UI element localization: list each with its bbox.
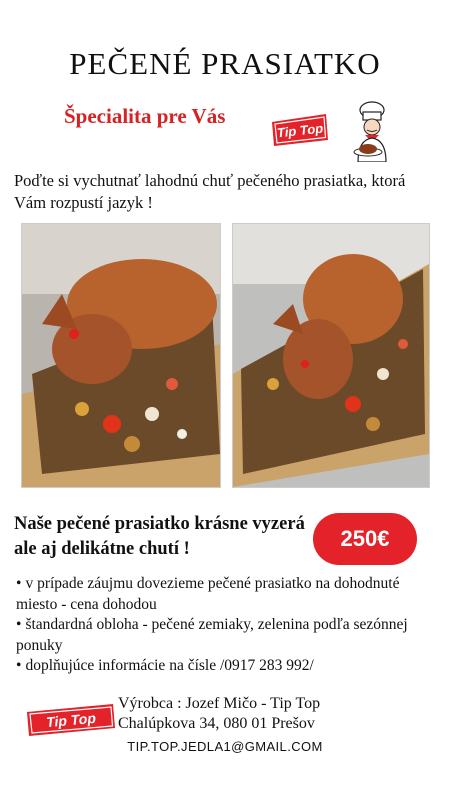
page-title: PEČENÉ PRASIATKO [69, 46, 381, 81]
producer-info: Výrobca : Jozef Mičo - Tip Top Chalúpkov… [118, 694, 438, 734]
list-item: • štandardná obloha - pečené zemiaky, zel… [16, 615, 436, 656]
email-address: TIP.TOP.JEDLA1@GMAIL.COM [127, 739, 323, 754]
roasted-pig-photo-right [232, 223, 430, 488]
tip-top-logo: Tip Top [270, 100, 395, 163]
roasted-pig-photo-left [21, 223, 221, 488]
list-item-text: v prípade záujmu dovezieme pečené prasia… [16, 575, 400, 613]
list-item-text: štandardná obloha - pečené zemiaky, zele… [16, 616, 408, 654]
tip-top-logo-small: Tip Top [25, 700, 117, 740]
logo-badge: Tip Top [272, 114, 328, 146]
list-item-text: doplňujúce informácie na čísle /0917 283… [25, 657, 314, 674]
intro-text: Poďte si vychutnať lahodnú chuť pečeného… [14, 171, 406, 212]
producer-line-1: Výrobca : Jozef Mičo - Tip Top [118, 695, 321, 712]
producer-line-2: Chalúpkova 34, 080 01 Prešov [118, 715, 315, 732]
price-badge: 250€ [313, 513, 417, 565]
chef-icon [353, 101, 387, 163]
tagline: Špecialita pre Vás [64, 104, 226, 128]
list-item: • v prípade záujmu dovezieme pečené prasi… [16, 574, 436, 615]
bullet-icon: • [16, 575, 22, 592]
bullet-icon: • [16, 657, 22, 674]
list-item: • doplňujúce informácie na čísle /0917 28… [16, 656, 436, 677]
headline: Naše pečené prasiatko krásne vyzerá ale … [14, 514, 305, 559]
bullet-icon: • [16, 616, 22, 633]
info-list: • v prípade záujmu dovezieme pečené prasi… [16, 574, 436, 677]
